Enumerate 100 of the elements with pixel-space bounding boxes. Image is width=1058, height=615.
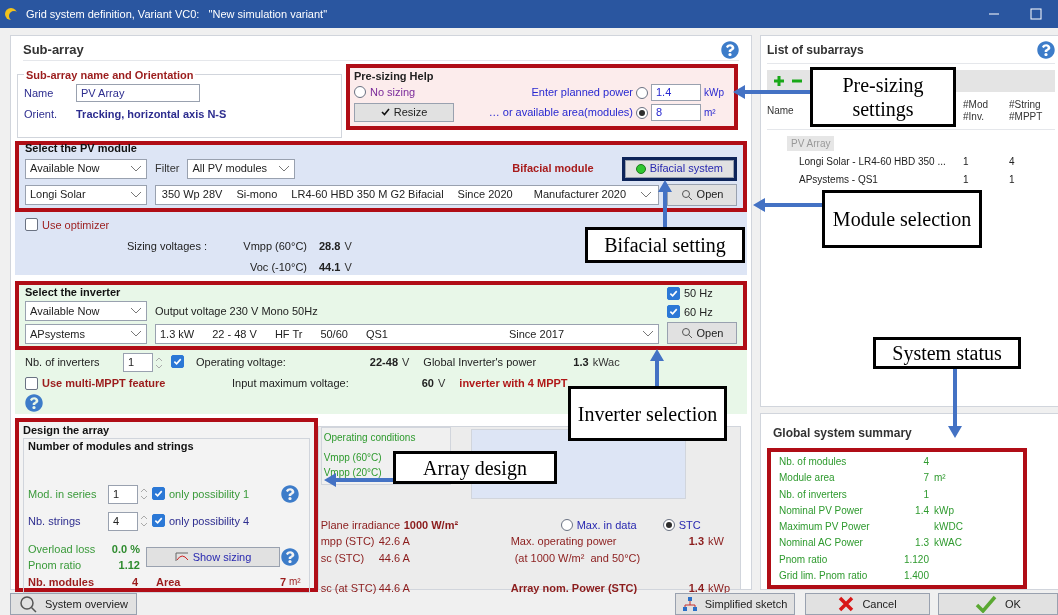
unit-label: kWDC bbox=[934, 520, 963, 535]
field-label: Array nom. Power (STC) bbox=[510, 581, 639, 596]
model-spec: LR4-60 HBD 350 M G2 Bifacial bbox=[291, 187, 444, 203]
power-value: 1.3 bbox=[688, 534, 704, 549]
field-label: Nb. modules bbox=[28, 574, 95, 590]
unit-label: V bbox=[344, 239, 352, 254]
spec-value: 22-48 bbox=[368, 355, 398, 371]
option-label: only possibility 1 bbox=[169, 486, 251, 502]
number-field[interactable]: 1 bbox=[123, 353, 153, 372]
summary-label: Pnom ratio bbox=[779, 552, 829, 567]
summary-value: 7 bbox=[922, 471, 929, 486]
help-icon[interactable] bbox=[1037, 40, 1055, 59]
summary-label: Nb. of modules bbox=[779, 455, 848, 469]
option-label: Enter planned power bbox=[531, 85, 633, 101]
search-icon bbox=[680, 188, 693, 201]
value-field[interactable]: 1.4 bbox=[651, 84, 701, 101]
output-voltage: Output voltage 230 V Mono 50Hz bbox=[155, 303, 318, 319]
radio-button[interactable] bbox=[636, 86, 648, 99]
ok-button[interactable]: OK bbox=[938, 593, 1058, 615]
checkbox[interactable] bbox=[25, 218, 38, 232]
spec-label: Operating voltage: bbox=[196, 355, 287, 371]
chevron-down-icon bbox=[642, 330, 654, 338]
panel-heading: Sub-array bbox=[23, 41, 84, 59]
column-header[interactable]: #String #MPPT bbox=[1009, 98, 1043, 123]
bifacial-button[interactable]: Bifacial system bbox=[624, 159, 734, 178]
number-field[interactable]: 1 bbox=[108, 484, 138, 504]
panel-heading: Global system summary bbox=[772, 425, 913, 442]
callout-arrow bbox=[658, 180, 672, 228]
unit-label: m² bbox=[289, 575, 301, 590]
model-dropdown[interactable]: 350 Wp 28V Si-mono LR4-60 HBD 350 M G2 Bifacial Since 2020 Manufacturer 2020 bbox=[154, 184, 660, 205]
name-field[interactable]: PV Array bbox=[76, 84, 200, 102]
help-icon[interactable] bbox=[280, 485, 299, 503]
number-field[interactable]: 4 bbox=[108, 511, 138, 531]
table-cell-text: 1 bbox=[1009, 173, 1016, 187]
cancel-button[interactable]: Cancel bbox=[805, 593, 930, 615]
orientation-value: Tracking, horizontal axis N-S bbox=[76, 107, 227, 122]
value-field[interactable]: 8 bbox=[651, 104, 701, 121]
status-led-icon bbox=[635, 163, 646, 174]
dropdown[interactable]: APsystems bbox=[25, 324, 147, 344]
dropdown[interactable]: Longi Solar bbox=[25, 184, 147, 205]
close-icon bbox=[838, 596, 855, 612]
spec-label: Global Inverter's power bbox=[423, 355, 538, 371]
checkbox[interactable] bbox=[152, 486, 165, 500]
help-icon[interactable] bbox=[25, 393, 43, 412]
field-label: sc (at STC) bbox=[320, 581, 378, 596]
sketch-button[interactable]: Simplified sketch bbox=[675, 593, 795, 615]
column-header[interactable]: Name bbox=[767, 104, 794, 117]
dropdown[interactable]: Available Now bbox=[25, 301, 147, 321]
option-label: only possibility 4 bbox=[169, 513, 251, 529]
radio-button[interactable] bbox=[354, 86, 366, 99]
dropdown[interactable]: Available Now bbox=[25, 158, 147, 179]
checkbox[interactable] bbox=[667, 305, 680, 319]
checkbox[interactable] bbox=[152, 513, 165, 527]
frequency-label: 50 Hz bbox=[684, 286, 713, 301]
model-spec: 22 - 48 V bbox=[212, 326, 257, 342]
checkbox[interactable] bbox=[171, 355, 184, 369]
option-label: STC bbox=[678, 517, 701, 533]
resize-button[interactable]: Resize bbox=[354, 102, 454, 122]
summary-value: 1.120 bbox=[902, 552, 929, 567]
radio-button[interactable] bbox=[560, 518, 573, 531]
add-icon[interactable] bbox=[773, 75, 785, 87]
checkbox[interactable] bbox=[25, 376, 38, 390]
callout-arrow bbox=[948, 368, 962, 438]
frequency-label: 60 Hz bbox=[684, 304, 713, 320]
model-dropdown[interactable]: 1.3 kW 22 - 48 V HF Tr 50/60 QS1 Since 2017 bbox=[155, 324, 659, 344]
spec-value: 60 bbox=[420, 376, 434, 391]
dropdown[interactable]: All PV modules bbox=[187, 158, 296, 179]
tree-item[interactable]: APsystems - QS1 bbox=[799, 172, 963, 187]
column-header[interactable]: #Mod #Inv. bbox=[963, 98, 988, 123]
group-title: Select the PV module bbox=[25, 141, 138, 154]
help-icon[interactable] bbox=[721, 40, 739, 59]
callout-label: System status bbox=[873, 337, 1021, 369]
field-label: sc (STC) bbox=[320, 550, 366, 566]
search-icon bbox=[680, 327, 693, 339]
irradiance-value: 1000 W/m² bbox=[403, 517, 459, 533]
group-title: Operating conditions bbox=[323, 430, 417, 445]
callout-label: Bifacial setting bbox=[585, 227, 745, 263]
tree-item[interactable]: Longi Solar - LR4-60 HBD 350 ... bbox=[799, 154, 963, 169]
open-button[interactable]: Open bbox=[667, 322, 737, 344]
model-spec: 350 Wp 28V bbox=[161, 187, 223, 203]
voltage-label: Voc (-10°C) bbox=[249, 259, 307, 275]
sizing-label: Sizing voltages : bbox=[125, 239, 208, 254]
spec-value: 1.3 bbox=[573, 355, 589, 371]
help-icon[interactable] bbox=[280, 548, 299, 566]
callout-label: Pre-sizing settings bbox=[810, 67, 956, 127]
option-label: Use optimizer bbox=[42, 217, 110, 233]
maximize-icon[interactable] bbox=[1030, 8, 1042, 20]
model-source: Manufacturer 2020 bbox=[533, 187, 627, 203]
group-title: Select the inverter bbox=[25, 286, 122, 298]
show-sizing-button[interactable]: Show sizing bbox=[146, 547, 280, 567]
table-cell-text: 4 bbox=[1009, 155, 1016, 169]
radio-button[interactable] bbox=[662, 518, 675, 531]
unit-label: kW bbox=[708, 534, 724, 549]
summary-label: Nominal PV Power bbox=[779, 503, 864, 518]
field-label: Overload loss bbox=[28, 541, 96, 557]
overview-button[interactable]: System overview bbox=[10, 593, 137, 615]
radio-button[interactable] bbox=[636, 106, 648, 119]
checkbox[interactable] bbox=[667, 286, 680, 300]
unit-label: V bbox=[344, 259, 352, 275]
open-button[interactable]: Open bbox=[667, 183, 737, 206]
